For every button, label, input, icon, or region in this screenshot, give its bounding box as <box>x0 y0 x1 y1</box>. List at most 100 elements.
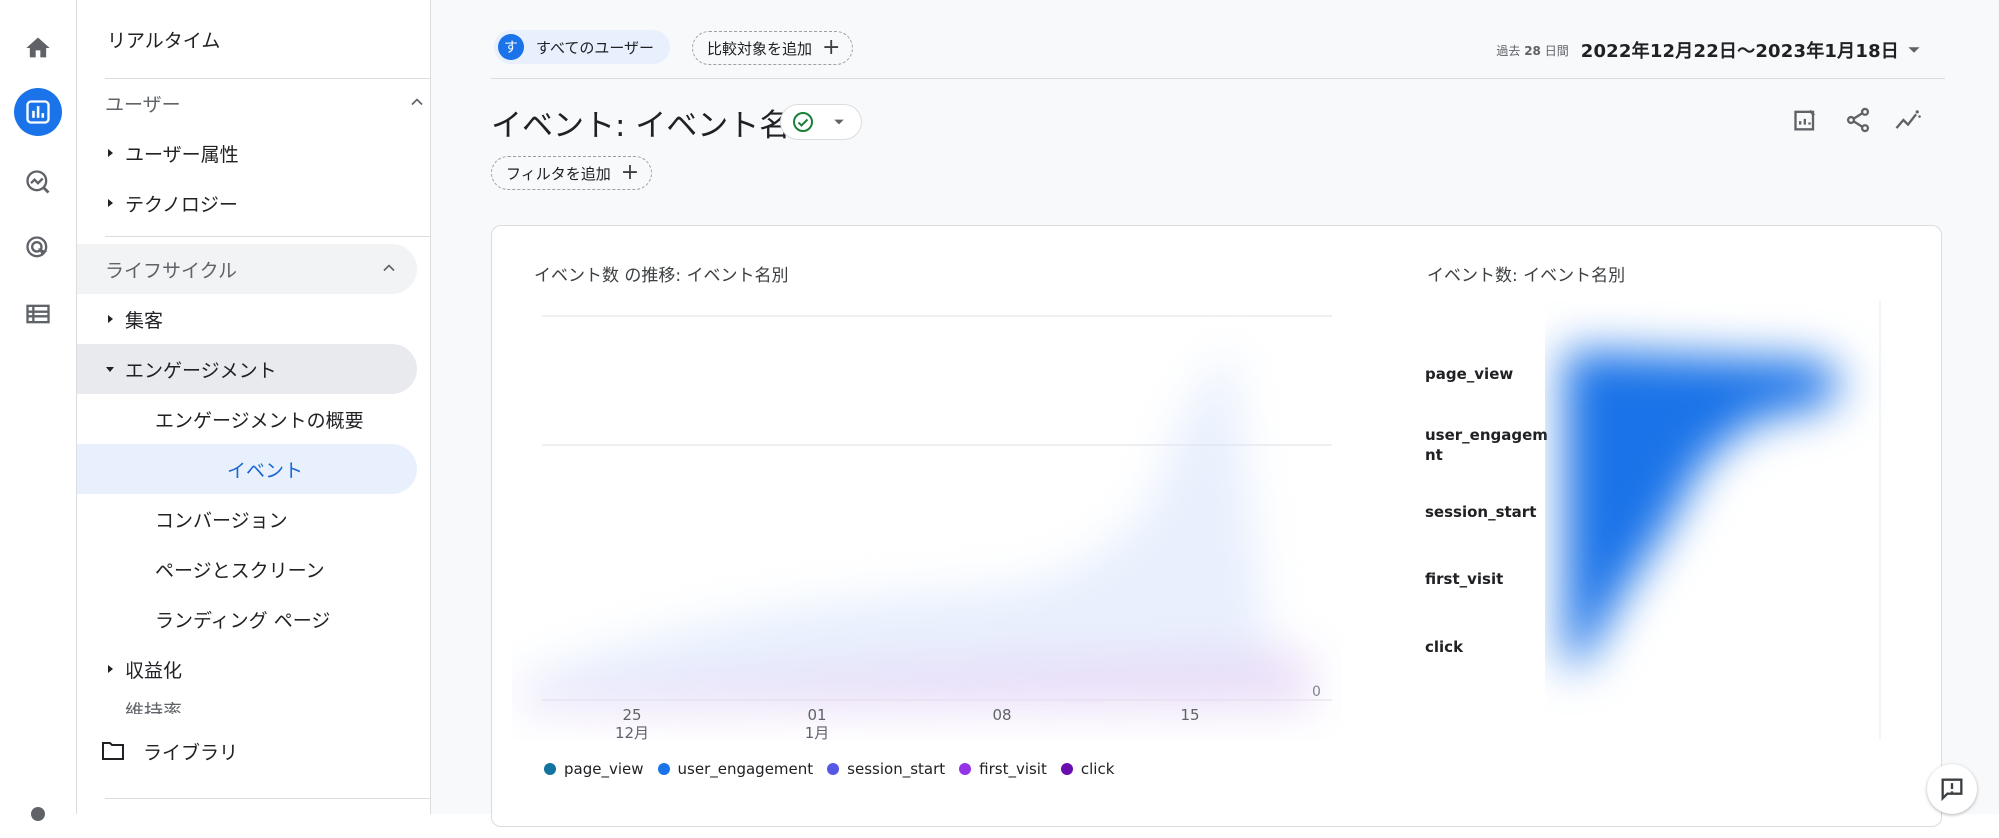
bar-category-label: first_visit <box>1425 570 1504 588</box>
legend-swatch <box>1060 763 1073 775</box>
nav-item-technology[interactable]: テクノロジー <box>77 178 417 228</box>
line-series-blurred <box>522 350 1312 710</box>
nav-item-label: 維持率 <box>125 701 183 714</box>
segment-label: すべてのユーザー <box>536 38 655 57</box>
nav-subitem-pages-screens[interactable]: ページとスクリーン <box>77 544 325 594</box>
report-navigation: リアルタイム ユーザー ユーザー属性 テクノロジー ライフサイクル 集客 エンゲ… <box>77 0 445 814</box>
legend-swatch <box>544 763 556 775</box>
line-chart: 0 2512月 011月 08 15 <box>522 315 1332 740</box>
nav-subitem-events[interactable]: イベント <box>77 444 417 494</box>
triangle-right-icon <box>95 148 125 158</box>
explore-icon[interactable] <box>14 158 62 206</box>
nav-item-label: 収益化 <box>125 659 183 682</box>
nav-item-label: ユーザー属性 <box>125 143 239 166</box>
feedback-button[interactable] <box>1927 764 1977 814</box>
divider <box>105 798 445 799</box>
chart-legend: page_view user_engagement session_start fir… <box>544 760 1114 778</box>
header-divider <box>491 78 1945 79</box>
nav-item-acquisition[interactable]: 集客 <box>77 294 417 344</box>
chevron-up-icon <box>411 98 423 106</box>
caret-down-icon <box>1908 47 1920 53</box>
customize-report-icon[interactable] <box>1790 104 1822 136</box>
x-tick-day: 15 <box>1180 706 1199 724</box>
add-filter-button[interactable]: フィルタを追加 + <box>491 156 653 190</box>
section-label: ライフサイクル <box>105 259 238 282</box>
feedback-icon <box>1941 778 1963 802</box>
nav-item-label: エンゲージメント <box>125 359 277 382</box>
bar-category-label: click <box>1425 638 1464 656</box>
advertising-icon[interactable] <box>14 224 62 272</box>
date-range-picker[interactable]: 過去 28 日間 2022年12月22日～2023年1月18日 <box>1496 37 1921 63</box>
legend-label: page_view <box>564 760 644 778</box>
insights-icon[interactable] <box>1892 104 1924 136</box>
legend-swatch <box>959 763 972 775</box>
legend-swatch <box>827 763 840 775</box>
bar-category-label: session_start <box>1425 503 1537 521</box>
folder-icon <box>102 742 124 760</box>
bar-chart <box>1565 300 1881 740</box>
date-relative: 過去 28 日間 <box>1496 42 1568 59</box>
date-relative-suffix: 日間 <box>1544 43 1569 58</box>
section-label: ユーザー <box>105 93 181 116</box>
legend-item[interactable]: page_view <box>544 760 644 778</box>
nav-item-monetization[interactable]: 収益化 <box>77 644 417 694</box>
nav-subitem-conversions[interactable]: コンバージョン <box>77 494 288 544</box>
triangle-right-icon <box>95 314 125 324</box>
triangle-right-icon <box>95 664 125 674</box>
bar-category-label: user_engagem nt <box>1425 426 1548 464</box>
chevron-up-icon <box>383 264 395 272</box>
x-tick-day: 08 <box>992 706 1011 724</box>
nav-realtime[interactable]: リアルタイム <box>107 14 220 64</box>
legend-label: user_engagement <box>677 760 814 778</box>
nav-subitem-landing-page[interactable]: ランディング ページ <box>77 594 330 644</box>
divider <box>105 236 445 237</box>
share-icon[interactable] <box>1842 104 1874 136</box>
nav-subitem-engagement-overview[interactable]: エンゲージメントの概要 <box>77 394 364 444</box>
configure-icon[interactable] <box>14 290 62 338</box>
segment-badge: す <box>498 34 524 60</box>
add-filter-label: フィルタを追加 <box>506 164 611 183</box>
admin-gear-icon[interactable] <box>14 790 62 838</box>
nav-item-user-attributes[interactable]: ユーザー属性 <box>77 128 417 178</box>
triangle-right-icon <box>95 198 125 208</box>
legend-item[interactable]: user_engagement <box>657 760 814 778</box>
caret-down-icon <box>834 119 844 125</box>
nav-library[interactable]: ライブラリ <box>101 726 238 776</box>
x-tick-month: 12月 <box>615 724 649 740</box>
plus-icon: + <box>620 160 640 185</box>
legend-item[interactable]: first_visit <box>959 760 1047 778</box>
x-axis-ticks: 2512月 011月 08 15 <box>615 706 1200 740</box>
add-comparison-label: 比較対象を追加 <box>707 39 813 58</box>
date-relative-prefix: 過去 <box>1496 43 1521 58</box>
nav-item-retention[interactable]: 維持率 <box>77 694 417 714</box>
nav-item-label: ライブラリ <box>143 741 239 764</box>
reports-icon[interactable] <box>14 88 62 136</box>
x-tick-month: 1月 <box>805 724 830 740</box>
date-relative-days: 28 <box>1524 43 1541 58</box>
line-chart-title: イベント数 の推移: イベント名別 <box>534 266 789 286</box>
nav-section-lifecycle[interactable]: ライフサイクル <box>77 244 417 294</box>
legend-label: session_start <box>847 760 946 778</box>
page-title: イベント: イベント名 <box>491 108 791 144</box>
legend-item[interactable]: session_start <box>827 760 945 778</box>
bar-series-blurred <box>1565 350 1840 670</box>
triangle-down-icon <box>95 364 125 374</box>
legend-label: first_visit <box>979 760 1047 778</box>
check-circle-icon <box>793 112 813 132</box>
data-quality-status[interactable] <box>780 104 862 140</box>
icon-rail <box>0 0 77 821</box>
bar-chart-title: イベント数: イベント名別 <box>1427 266 1626 286</box>
segment-chip-all-users[interactable]: す すべてのユーザー <box>494 30 671 64</box>
legend-label: click <box>1080 760 1115 778</box>
date-range-text: 2022年12月22日～2023年1月18日 <box>1580 41 1899 62</box>
nav-item-label: テクノロジー <box>125 193 238 216</box>
nav-section-users[interactable]: ユーザー <box>105 78 445 128</box>
home-icon[interactable] <box>14 24 62 72</box>
legend-item[interactable]: click <box>1060 760 1115 778</box>
bar-category-label: page_view <box>1425 365 1514 383</box>
legend-swatch <box>657 763 670 775</box>
nav-item-engagement[interactable]: エンゲージメント <box>77 344 417 394</box>
plus-icon: + <box>822 35 841 60</box>
add-comparison-button[interactable]: 比較対象を追加 + <box>692 31 854 65</box>
nav-item-label: 集客 <box>125 309 164 332</box>
